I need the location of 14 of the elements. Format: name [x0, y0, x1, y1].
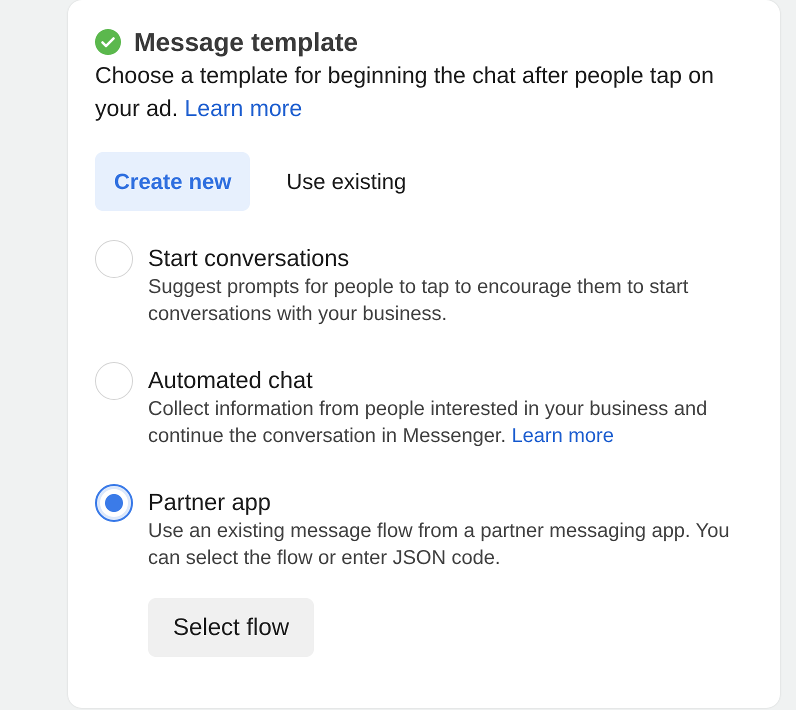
template-tab[interactable]: Create new [95, 152, 250, 211]
option-description: Collect information from people interested in your business and continue the conversation in Messenger. Learn more [148, 397, 708, 448]
option-title: Partner app [148, 488, 272, 517]
section-description: Choose a template for beginning the chat after people tap on your ad. Learn more [95, 61, 715, 123]
option-description: Use an existing message flow from a partner messaging app. You can select the flow or enter JSON code. [148, 519, 730, 570]
option-title: Start conversations [148, 244, 350, 273]
section-title: Message template [134, 26, 358, 58]
select-flow-button[interactable]: Select flow [148, 598, 314, 657]
option-title: Automated chat [148, 366, 314, 395]
template-tab[interactable]: Use existing [267, 152, 426, 211]
radio-button[interactable] [95, 484, 133, 522]
option-description: Suggest prompts for people to tap to encourage them to start conversations with your business. [148, 275, 690, 326]
learn-more-link[interactable]: Learn more [512, 424, 614, 446]
learn-more-link[interactable]: Learn more [184, 95, 302, 121]
